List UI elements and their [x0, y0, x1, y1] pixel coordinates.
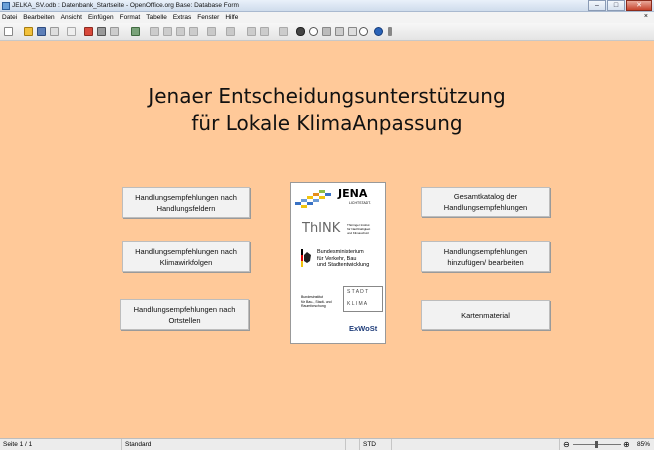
navigator-icon[interactable] [309, 27, 318, 36]
nonprinting-chars-icon[interactable] [348, 27, 357, 36]
window-controls: – □ ✕ [587, 0, 652, 11]
jena-logo-graphic [295, 190, 331, 208]
data-sources-icon[interactable] [335, 27, 344, 36]
bbsr-logo-text: Bundesinstitut für Bau-, Stadt- und Raum… [301, 295, 332, 309]
maximize-button[interactable]: □ [607, 0, 625, 11]
document-close-icon[interactable]: × [644, 13, 648, 20]
federal-eagle-icon [301, 249, 311, 267]
menu-hilfe[interactable]: Hilfe [225, 12, 238, 23]
menu-extras[interactable]: Extras [173, 12, 191, 23]
export-pdf-icon[interactable] [84, 27, 93, 36]
page-style-indicator[interactable]: Standard [122, 439, 346, 450]
page-indicator: Seite 1 / 1 [0, 439, 122, 450]
hyperlink-icon[interactable] [247, 27, 256, 36]
zoom-level[interactable]: 85% [634, 439, 654, 450]
toolbar-options-icon[interactable] [388, 27, 392, 36]
title-line-1: Jenaer Entscheidungsunterstützung [148, 84, 506, 108]
menu-bearbeiten[interactable]: Bearbeiten [23, 12, 54, 23]
menu-datei[interactable]: Datei [2, 12, 17, 23]
window-title: JELKA_SV.odb : Datenbank_Startseite - Op… [12, 2, 239, 9]
menu-ansicht[interactable]: Ansicht [61, 12, 82, 23]
stadt-klima-logo: S T A D T K L I M A [343, 286, 383, 312]
copy-icon[interactable] [163, 27, 172, 36]
title-bar: JELKA_SV.odb : Datenbank_Startseite - Op… [0, 0, 654, 12]
gallery-icon[interactable] [322, 27, 331, 36]
undo-icon[interactable] [207, 27, 216, 36]
mail-icon[interactable] [67, 27, 76, 36]
edit-file-icon[interactable] [50, 27, 59, 36]
menu-fenster[interactable]: Fenster [197, 12, 219, 23]
klima-label: K L I M A [347, 301, 368, 307]
format-paintbrush-icon[interactable] [189, 27, 198, 36]
paste-icon[interactable] [176, 27, 185, 36]
jena-logo-text: JENA [338, 187, 368, 200]
bbsr-line-3: Raumforschung [301, 304, 326, 308]
app-icon [2, 2, 10, 10]
redo-icon[interactable] [226, 27, 235, 36]
stadt-label: S T A D T [347, 289, 369, 295]
gesamtkatalog-button[interactable]: Gesamtkatalog der Handlungsempfehlungen [421, 187, 550, 217]
menu-bar: Datei Bearbeiten Ansicht Einfügen Format… [0, 12, 654, 23]
menu-tabelle[interactable]: Tabelle [146, 12, 167, 23]
selection-mode-indicator[interactable]: STD [360, 439, 392, 450]
zoom-in-icon[interactable]: ⊕ [623, 439, 630, 450]
status-bar: Seite 1 / 1 Standard STD ⊖ ⊕ 85% [0, 438, 654, 450]
form-canvas: Jenaer Entscheidungsunterstützung für Lo… [0, 41, 654, 438]
title-line-2: für Lokale KlimaAnpassung [191, 111, 463, 135]
show-draw-functions-icon[interactable] [279, 27, 288, 36]
language-indicator [346, 439, 360, 450]
kartenmaterial-button[interactable]: Kartenmaterial [421, 300, 550, 330]
think-logo-subtitle: Thüringer Institut für Nachhaltigkeit un… [347, 223, 370, 235]
open-folder-icon[interactable] [24, 27, 33, 36]
klimawirkfolgen-button[interactable]: Handlungsempfehlungen nach Klimawirkfolg… [122, 241, 250, 272]
find-binoculars-icon[interactable] [296, 27, 305, 36]
ortstellen-button[interactable]: Handlungsempfehlungen nach Ortstellen [120, 299, 249, 330]
cut-icon[interactable] [150, 27, 159, 36]
think-subtitle-line-3: und Klimaschutz [347, 231, 370, 235]
zoom-slider-thumb[interactable] [595, 441, 598, 448]
page-title: Jenaer Entscheidungsunterstützung für Lo… [0, 83, 654, 137]
help-icon[interactable] [374, 27, 383, 36]
spellcheck-icon[interactable] [131, 27, 140, 36]
jena-logo-subtitle: LICHTSTADT. [349, 201, 371, 205]
bmvbs-line-3: und Stadtentwicklung [317, 262, 370, 268]
print-icon[interactable] [97, 27, 106, 36]
hinzufuegen-bearbeiten-button[interactable]: Handlungsempfehlungen hinzufügen/ bearbe… [421, 241, 550, 272]
table-icon[interactable] [260, 27, 269, 36]
page-preview-icon[interactable] [110, 27, 119, 36]
bmvbs-logo-text: Bundesministerium für Verkehr, Bau und S… [317, 249, 369, 269]
document-modified-indicator [392, 439, 560, 450]
bmvbs-line-1: Bundesministerium [317, 249, 364, 255]
new-document-icon[interactable] [4, 27, 13, 36]
menu-einfuegen[interactable]: Einfügen [88, 12, 114, 23]
exwost-logo-text: ExWoSt [349, 324, 378, 333]
minimize-button[interactable]: – [588, 0, 606, 11]
partner-logos-panel: JENA LICHTSTADT. ThINK Thüringer Institu… [290, 182, 386, 344]
menu-format[interactable]: Format [120, 12, 141, 23]
zoom-out-icon[interactable]: ⊖ [563, 439, 570, 450]
zoom-icon[interactable] [359, 27, 368, 36]
handlungsfeldern-button[interactable]: Handlungsempfehlungen nach Handlungsfeld… [122, 187, 250, 218]
think-logo-text: ThINK [302, 221, 341, 236]
standard-toolbar [0, 23, 654, 41]
save-icon[interactable] [37, 27, 46, 36]
close-button[interactable]: ✕ [626, 0, 652, 11]
